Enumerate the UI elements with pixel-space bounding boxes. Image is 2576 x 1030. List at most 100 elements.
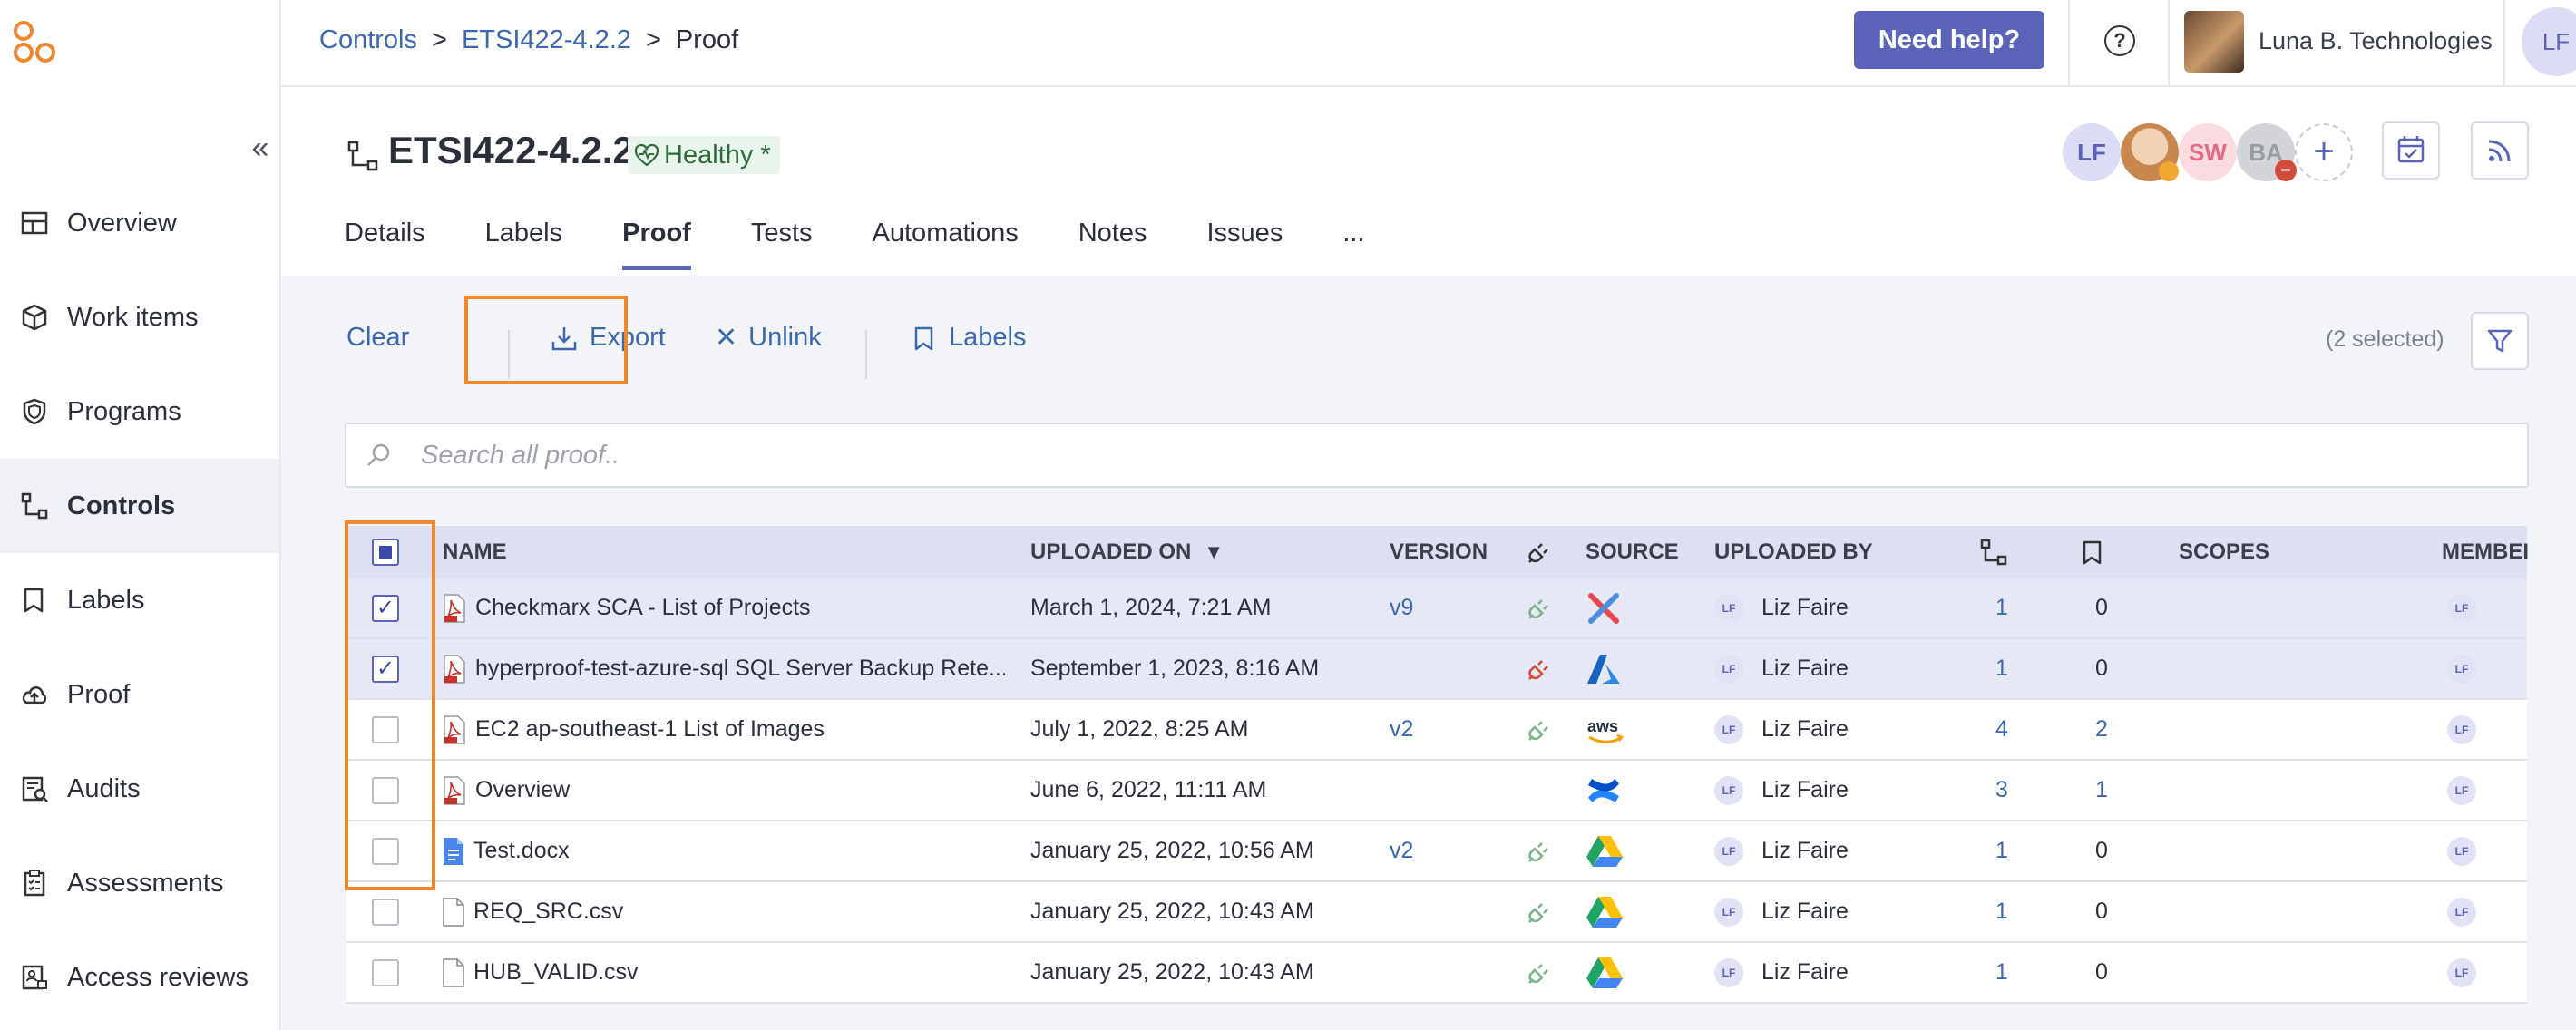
- add-member-button[interactable]: +: [2295, 123, 2353, 181]
- help-question-icon[interactable]: ?: [2104, 25, 2135, 56]
- need-help-button[interactable]: Need help?: [1854, 11, 2044, 69]
- sidebar-item-label: Controls: [67, 491, 176, 520]
- unlink-button[interactable]: ✕ Unlink: [715, 323, 822, 353]
- member-avatar[interactable]: LF: [2447, 957, 2476, 987]
- labels-count: 0: [2095, 959, 2108, 985]
- column-integration[interactable]: [1526, 526, 1553, 578]
- table-row[interactable]: hyperproof-test-azure-sql SQL Server Bac…: [346, 639, 2527, 700]
- labels-count[interactable]: 1: [2095, 761, 2108, 820]
- tab-details[interactable]: Details: [345, 218, 425, 276]
- uploaded-on: September 1, 2023, 8:16 AM: [1030, 656, 1320, 681]
- schedule-button[interactable]: [2382, 121, 2440, 180]
- tab-notes[interactable]: Notes: [1078, 218, 1147, 276]
- row-checkbox[interactable]: [372, 898, 399, 926]
- uploaded-by-cell: LF Liz Faire: [1714, 639, 1849, 698]
- uploaded-on: January 25, 2022, 10:43 AM: [1030, 959, 1314, 985]
- filter-button[interactable]: [2471, 312, 2529, 370]
- column-labels[interactable]: [2079, 526, 2106, 578]
- close-icon: ✕: [715, 322, 738, 353]
- column-name[interactable]: NAME: [443, 526, 507, 578]
- sidebar-item-access-reviews[interactable]: Access reviews: [0, 930, 279, 1025]
- proof-name-link[interactable]: REQ_SRC.csv: [473, 899, 623, 925]
- tab-automations[interactable]: Automations: [873, 218, 1019, 276]
- health-badge[interactable]: Healthy *: [628, 136, 780, 174]
- member-avatar[interactable]: LF: [2447, 593, 2476, 623]
- table-row[interactable]: Overview June 6, 2022, 11:11 AM LF Liz Fair…: [346, 761, 2527, 821]
- sidebar-item-labels[interactable]: Labels: [0, 553, 279, 647]
- org-avatar[interactable]: [2184, 11, 2244, 73]
- table-row[interactable]: Test.docx January 25, 2022, 10:56 AM v2 LF L…: [346, 821, 2527, 882]
- linked-controls-count[interactable]: 3: [1995, 761, 2008, 820]
- sidebar-item-overview[interactable]: Overview: [0, 176, 279, 270]
- tab-issues[interactable]: Issues: [1207, 218, 1283, 276]
- member-avatar[interactable]: LF: [2063, 123, 2121, 181]
- uploader-name: Liz Faire: [1761, 838, 1849, 863]
- linked-controls-count[interactable]: 1: [1995, 821, 2008, 880]
- calendar-check-icon: [2397, 136, 2425, 163]
- table-row[interactable]: Checkmarx SCA - List of Projects March 1,…: [346, 578, 2527, 639]
- source-cell: [1586, 821, 1624, 880]
- azure-icon: [1587, 654, 1620, 684]
- proof-name-cell: hyperproof-test-azure-sql SQL Server Bac…: [443, 639, 1005, 698]
- tab-tests[interactable]: Tests: [751, 218, 813, 276]
- collapse-sidebar-icon[interactable]: «: [247, 132, 274, 163]
- org-name[interactable]: Luna B. Technologies: [2259, 27, 2493, 55]
- version-link[interactable]: v2: [1390, 821, 1413, 880]
- proof-name-link[interactable]: hyperproof-test-azure-sql SQL Server Bac…: [475, 656, 1005, 682]
- member-avatar[interactable]: LF: [2447, 836, 2476, 866]
- uploaded-by-cell: LF Liz Faire: [1714, 578, 1849, 637]
- version-link[interactable]: v2: [1390, 700, 1413, 759]
- column-controls[interactable]: [1979, 526, 2008, 578]
- feed-button[interactable]: [2471, 121, 2529, 180]
- user-avatar[interactable]: LF: [2522, 7, 2576, 76]
- integration-status: [1526, 882, 1553, 941]
- column-members[interactable]: MEMBEI: [2442, 526, 2529, 578]
- column-uploaded-on[interactable]: UPLOADED ON ▼: [1030, 526, 1224, 578]
- row-checkbox[interactable]: [372, 958, 399, 986]
- column-uploaded-by[interactable]: UPLOADED BY: [1714, 526, 1873, 578]
- sidebar-item-audits[interactable]: Audits: [0, 742, 279, 836]
- proof-name-link[interactable]: Test.docx: [473, 838, 570, 864]
- linked-controls-count[interactable]: 1: [1995, 578, 2008, 637]
- table-row[interactable]: HUB_VALID.csv January 25, 2022, 10:43 AM L…: [346, 943, 2527, 1004]
- tab-proof[interactable]: Proof: [622, 218, 691, 276]
- proof-name-link[interactable]: Overview: [475, 777, 570, 803]
- member-avatar[interactable]: SW: [2179, 123, 2237, 181]
- sidebar-item-work-items[interactable]: Work items: [0, 270, 279, 364]
- column-source[interactable]: SOURCE: [1586, 526, 1679, 578]
- clear-button[interactable]: Clear: [346, 323, 409, 353]
- labels-count[interactable]: 2: [2095, 700, 2108, 759]
- table-row[interactable]: REQ_SRC.csv January 25, 2022, 10:43 AM LF L…: [346, 882, 2527, 943]
- linked-controls-count[interactable]: 4: [1995, 700, 2008, 759]
- tab-more[interactable]: ...: [1342, 218, 1364, 276]
- proof-name-link[interactable]: Checkmarx SCA - List of Projects: [475, 595, 811, 621]
- pdf-file-icon: [444, 714, 465, 744]
- members-cell: LF: [2447, 639, 2494, 698]
- version-link[interactable]: v9: [1390, 578, 1413, 637]
- linked-controls-count[interactable]: 1: [1995, 943, 2008, 1002]
- member-avatar[interactable]: LF: [2447, 775, 2476, 805]
- column-version[interactable]: VERSION: [1390, 526, 1488, 578]
- proof-name-link[interactable]: HUB_VALID.csv: [473, 959, 639, 986]
- member-avatar[interactable]: LF: [2447, 714, 2476, 744]
- app-logo[interactable]: [11, 18, 60, 67]
- table-row[interactable]: EC2 ap-southeast-1 List of Images July 1,…: [346, 700, 2527, 761]
- member-avatar[interactable]: LF: [2447, 897, 2476, 927]
- labels-button[interactable]: Labels: [911, 323, 1026, 353]
- column-scopes[interactable]: SCOPES: [2179, 526, 2269, 578]
- breadcrumb-controls-link[interactable]: Controls: [319, 25, 417, 55]
- proof-name-cell: REQ_SRC.csv: [443, 882, 1005, 941]
- breadcrumb-control-link[interactable]: ETSI422-4.2.2: [462, 25, 631, 55]
- linked-controls-count[interactable]: 1: [1995, 882, 2008, 941]
- sidebar-item-assessments[interactable]: Assessments: [0, 836, 279, 930]
- rss-icon: [2488, 140, 2511, 162]
- sidebar-item-programs[interactable]: Programs: [0, 364, 279, 459]
- tab-labels[interactable]: Labels: [485, 218, 562, 276]
- sidebar-item-label: Labels: [67, 585, 145, 615]
- linked-controls-count[interactable]: 1: [1995, 639, 2008, 698]
- sidebar-item-controls[interactable]: Controls: [0, 459, 279, 553]
- member-avatar[interactable]: LF: [2447, 654, 2476, 684]
- proof-name-link[interactable]: EC2 ap-southeast-1 List of Images: [475, 716, 825, 743]
- sidebar-item-proof[interactable]: Proof: [0, 647, 279, 742]
- search-input[interactable]: [421, 432, 2507, 479]
